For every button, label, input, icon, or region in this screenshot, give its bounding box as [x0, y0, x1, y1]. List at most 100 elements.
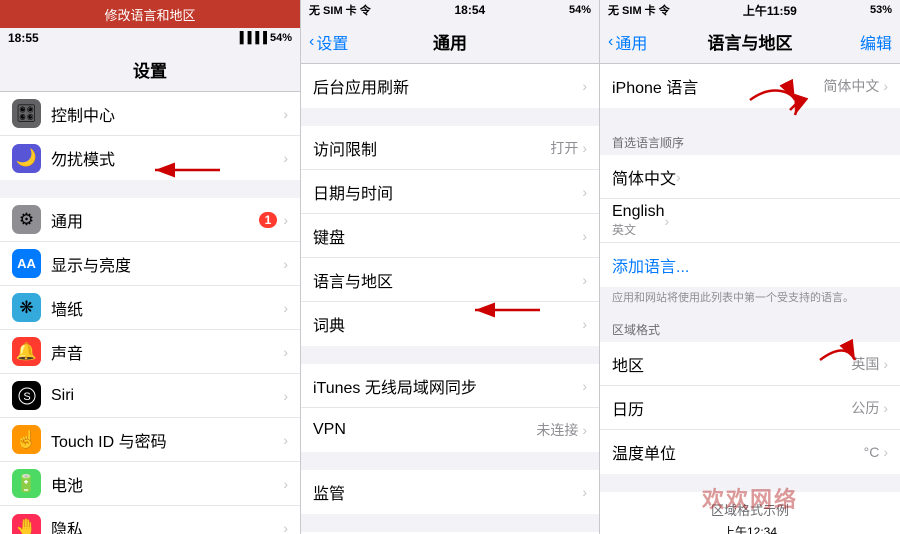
touch-id-icon: ☝ [12, 425, 41, 454]
touch-id-label: Touch ID 与密码 [51, 428, 283, 452]
row-english[interactable]: English 英文 › [600, 199, 900, 243]
battery-label: 电池 [51, 472, 283, 496]
spacer [600, 474, 900, 492]
left-section-1: 🎛 控制中心 › 🌙 勿扰模式 › [0, 92, 300, 180]
row-iphone-lang[interactable]: iPhone 语言 简体中文 › [600, 64, 900, 108]
row-temperature[interactable]: 温度单位 °C › [600, 430, 900, 474]
row-dictionary[interactable]: 词典 › [301, 302, 599, 346]
date-time-label: 日期与时间 [313, 180, 582, 204]
chevron-icon: › [582, 272, 587, 288]
siri-label: Siri [51, 387, 283, 405]
chevron-icon: › [883, 78, 888, 94]
spacer [301, 452, 599, 470]
row-control-center[interactable]: 🎛 控制中心 › [0, 92, 300, 136]
temperature-label: 温度单位 [612, 440, 864, 464]
dnd-label: 勿扰模式 [51, 146, 283, 170]
signal-icon: ▐▐▐▐ [236, 32, 267, 44]
general-label: 通用 [51, 208, 259, 232]
row-language-region[interactable]: 语言与地区 › [301, 258, 599, 302]
row-do-not-disturb[interactable]: 🌙 勿扰模式 › [0, 136, 300, 180]
row-vpn[interactable]: VPN 未连接 › [301, 408, 599, 452]
right-panel: 无 SIM 卡 令 上午11:59 53% ‹ 通用 语言与地区 编辑 iPho… [600, 0, 900, 534]
chevron-icon: › [582, 484, 587, 500]
mid-panel: 无 SIM 卡 令 18:54 54% ‹ 设置 通用 后台应用刷新 › [301, 0, 600, 534]
general-badge: 1 [259, 212, 278, 228]
top-banner: 修改语言和地区 [0, 0, 300, 28]
english-sublabel: 英文 [612, 221, 664, 238]
right-back-label: 通用 [615, 30, 647, 54]
chevron-icon: › [664, 213, 669, 229]
vpn-label: VPN [313, 421, 536, 439]
row-wallpaper[interactable]: ❋ 墙纸 › [0, 286, 300, 330]
row-region[interactable]: 地区 英国 › [600, 342, 900, 386]
chevron-icon: › [883, 400, 888, 416]
restrictions-value: 打开 [550, 138, 578, 158]
chevron-icon: › [582, 378, 587, 394]
display-label: 显示与亮度 [51, 252, 283, 276]
row-keyboard[interactable]: 键盘 › [301, 214, 599, 258]
lang-stack: 简体中文 [612, 165, 676, 189]
privacy-icon: 🤚 [12, 514, 41, 534]
row-restrictions[interactable]: 访问限制 打开 › [301, 126, 599, 170]
left-status-icons: ▐▐▐▐ 54% [236, 32, 292, 44]
spacer [600, 108, 900, 126]
control-center-icon: 🎛 [12, 99, 41, 128]
right-section-region: 地区 英国 › 日历 公历 › 温度单位 °C › [600, 342, 900, 474]
region-value: 英国 [851, 354, 879, 374]
itunes-wifi-label: iTunes 无线局域网同步 [313, 374, 582, 398]
mid-time: 18:54 [455, 3, 486, 17]
chevron-icon: › [582, 422, 587, 438]
right-nav-action[interactable]: 编辑 [860, 30, 892, 54]
row-add-lang[interactable]: 添加语言... [600, 243, 900, 287]
chevron-icon: › [883, 444, 888, 460]
iphone-lang-label: iPhone 语言 [612, 74, 823, 98]
general-icon: ⚙ [12, 205, 41, 234]
right-section-lang: 简体中文 › English 英文 › 添加语言... [600, 155, 900, 287]
chevron-icon: › [676, 169, 681, 185]
row-sounds[interactable]: 🔔 声音 › [0, 330, 300, 374]
mid-settings-list[interactable]: 后台应用刷新 › 访问限制 打开 › 日期与时间 › 键盘 › [301, 64, 599, 534]
svg-text:S: S [23, 391, 30, 403]
row-display[interactable]: AA 显示与亮度 › [0, 242, 300, 286]
row-bg-refresh[interactable]: 后台应用刷新 › [301, 64, 599, 108]
mid-section-4: 监管 › [301, 470, 599, 514]
mid-nav-title: 通用 [433, 29, 467, 54]
row-calendar[interactable]: 日历 公历 › [600, 386, 900, 430]
left-settings-list[interactable]: 🎛 控制中心 › 🌙 勿扰模式 › ⚙ 通用 1 › [0, 92, 300, 534]
right-nav-back[interactable]: ‹ 通用 [608, 30, 647, 54]
region-example-data: 上午12:34 2022年1月5日 星期三 ¥1,234.56 -1.56789… [612, 523, 888, 534]
mid-signal: 无 SIM 卡 令 [309, 2, 371, 18]
iphone-lang-value: 简体中文 [823, 76, 879, 96]
mid-status-icons: 54% [569, 4, 591, 16]
row-privacy[interactable]: 🤚 隐私 › [0, 506, 300, 534]
privacy-label: 隐私 [51, 516, 283, 534]
row-touch-id[interactable]: ☝ Touch ID 与密码 › [0, 418, 300, 462]
chevron-icon: › [582, 316, 587, 332]
chevron-icon: › [283, 388, 288, 404]
row-general[interactable]: ⚙ 通用 1 › [0, 198, 300, 242]
row-supervision[interactable]: 监管 › [301, 470, 599, 514]
lang-section-note: 应用和网站将使用此列表中第一个受支持的语言。 [600, 287, 900, 313]
chevron-icon: › [582, 78, 587, 94]
chevron-icon: › [283, 256, 288, 272]
row-siri[interactable]: S Siri › [0, 374, 300, 418]
lang-section-header: 首选语言顺序 [600, 126, 900, 155]
english-label: English [612, 203, 664, 221]
right-status-bar: 无 SIM 卡 令 上午11:59 53% [600, 0, 900, 20]
right-settings-list[interactable]: iPhone 语言 简体中文 › 首选语言顺序 简体中文 › English [600, 64, 900, 534]
chevron-icon: › [283, 300, 288, 316]
row-date-time[interactable]: 日期与时间 › [301, 170, 599, 214]
spacer [301, 514, 599, 532]
simplified-chinese-label: 简体中文 [612, 165, 676, 189]
chevron-icon: › [283, 212, 288, 228]
row-battery[interactable]: 🔋 电池 › [0, 462, 300, 506]
back-chevron-icon: ‹ [309, 33, 314, 51]
vpn-value: 未连接 [536, 420, 578, 440]
chevron-icon: › [582, 140, 587, 156]
row-simplified-chinese[interactable]: 简体中文 › [600, 155, 900, 199]
spacer [0, 180, 300, 198]
row-itunes-wifi[interactable]: iTunes 无线局域网同步 › [301, 364, 599, 408]
chevron-icon: › [582, 184, 587, 200]
mid-nav-back[interactable]: ‹ 设置 [309, 30, 348, 54]
chevron-icon: › [883, 356, 888, 372]
